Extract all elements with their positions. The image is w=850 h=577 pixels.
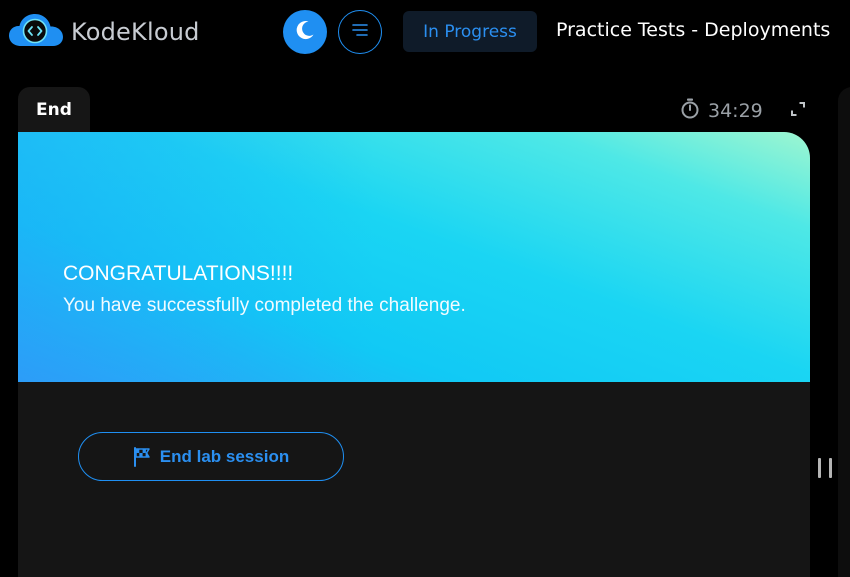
menu-icon	[350, 22, 370, 42]
moon-icon	[294, 19, 316, 45]
checkered-flag-icon	[133, 446, 151, 467]
kodekloud-cloud-logo-icon	[9, 14, 63, 50]
banner-subtitle: You have successfully completed the chal…	[63, 295, 466, 316]
end-lab-session-label: End lab session	[159, 446, 290, 466]
menu-button[interactable]	[338, 10, 382, 54]
page-title: Practice Tests - Deployments	[556, 19, 831, 41]
content-panel: CONGRATULATIONS!!!! You have successfull…	[18, 132, 810, 577]
top-bar: KodeKloud In Progress Practice Tests - D…	[0, 0, 850, 64]
expand-icon	[790, 102, 806, 121]
stopwatch-icon	[680, 98, 700, 124]
theme-toggle-button[interactable]	[283, 10, 327, 54]
tab-end[interactable]: End	[18, 87, 90, 133]
end-lab-session-button[interactable]: End lab session	[78, 432, 344, 481]
timer: 34:29	[680, 98, 763, 124]
drag-handle-bar-right	[829, 458, 832, 478]
status-badge: In Progress	[403, 11, 537, 52]
congratulations-banner: CONGRATULATIONS!!!! You have successfull…	[18, 132, 810, 382]
brand-name: KodeKloud	[71, 18, 200, 46]
expand-button[interactable]	[790, 101, 806, 117]
timer-value: 34:29	[708, 100, 763, 122]
drag-handle-icon[interactable]	[818, 458, 832, 478]
right-side-panel	[838, 87, 850, 577]
banner-title: CONGRATULATIONS!!!!	[63, 262, 294, 285]
brand-logo[interactable]: KodeKloud	[9, 14, 200, 50]
drag-handle-bar-left	[818, 458, 821, 478]
banner-gradient-overlay	[18, 132, 810, 382]
